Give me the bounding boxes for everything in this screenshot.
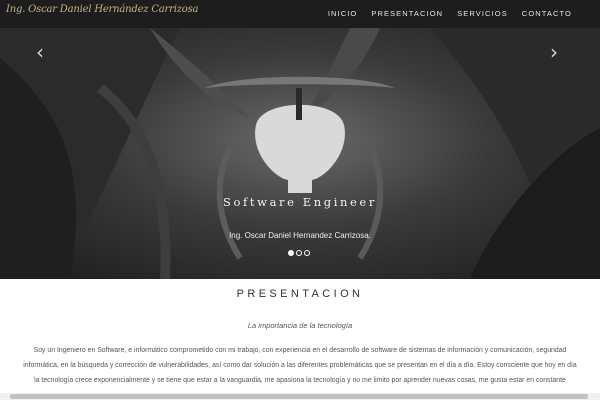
section-subtitle: La importancia de la tecnología: [247, 321, 353, 330]
navbar: Ing. Oscar Daniel Hernández Carrizosa IN…: [0, 0, 600, 28]
nav-item-contacto[interactable]: CONTACTO: [522, 9, 572, 18]
carousel-indicator-2[interactable]: [296, 250, 302, 256]
horizontal-scrollbar[interactable]: [0, 393, 600, 400]
carousel-indicator-1[interactable]: [288, 250, 294, 256]
hero-carousel: ‹ › Software Engineer Ing. Oscar Daniel …: [0, 28, 600, 279]
hero-background-image: [0, 28, 600, 279]
chevron-left-icon: ‹: [36, 40, 44, 64]
section-title: PRESENTACION: [236, 288, 364, 300]
slide-title: Software Engineer: [223, 195, 377, 209]
chevron-right-icon: ›: [550, 40, 558, 64]
carousel-indicators: [288, 250, 310, 256]
scrollbar-thumb[interactable]: [10, 394, 588, 399]
nav-menu: INICIO PRESENTACION SERVICIOS CONTACTO: [328, 9, 572, 18]
brand-logo[interactable]: Ing. Oscar Daniel Hernández Carrizosa: [6, 4, 199, 15]
carousel-next-button[interactable]: ›: [550, 42, 558, 62]
presentation-paragraph: Soy un Ingeniero en Software, e informát…: [23, 347, 577, 384]
nav-item-presentacion[interactable]: PRESENTACION: [371, 9, 443, 18]
carousel-prev-button[interactable]: ‹: [36, 42, 44, 62]
slide-caption: Ing. Oscar Daniel Hernandez Carrizosa.: [229, 231, 371, 240]
nav-item-servicios[interactable]: SERVICIOS: [457, 9, 508, 18]
nav-item-inicio[interactable]: INICIO: [328, 9, 358, 18]
carousel-indicator-3[interactable]: [304, 250, 310, 256]
